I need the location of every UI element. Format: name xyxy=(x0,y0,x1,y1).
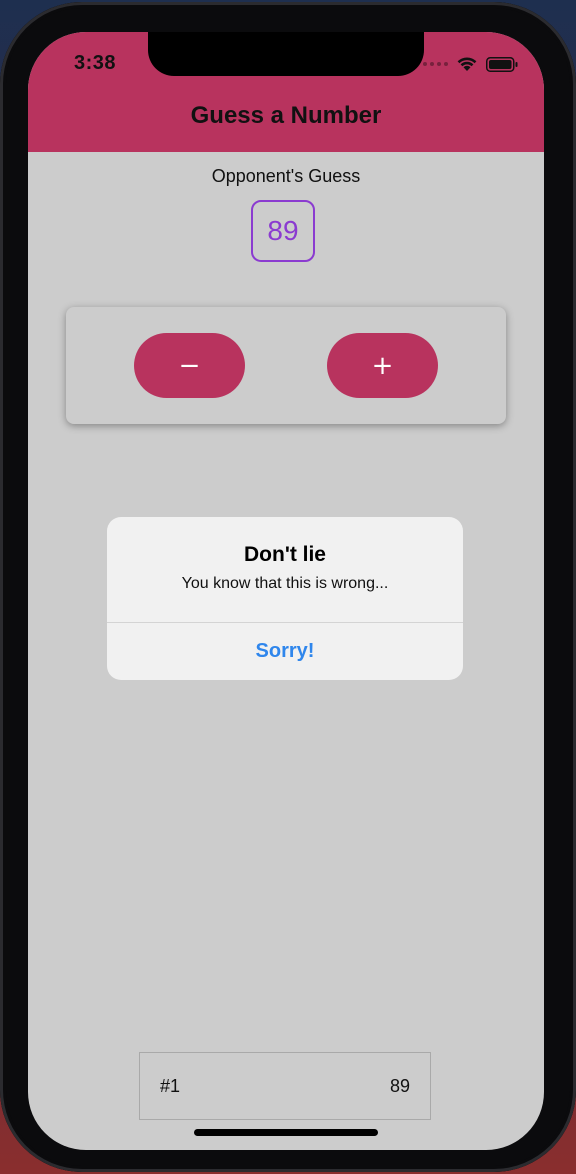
device-notch xyxy=(148,32,424,76)
app-header: 3:38 Guess a Number xyxy=(28,32,544,152)
status-icons xyxy=(423,56,518,72)
cellular-signal-icon xyxy=(423,62,448,66)
header-title: Guess a Number xyxy=(190,102,382,129)
battery-icon xyxy=(486,56,518,72)
sorry-button[interactable]: Sorry! xyxy=(107,623,463,680)
lower-button[interactable]: − xyxy=(134,333,245,398)
alert-message: You know that this is wrong... xyxy=(181,575,389,592)
home-indicator[interactable] xyxy=(194,1129,378,1136)
opponent-guess-value: 89 xyxy=(251,200,315,262)
log-value: 89 xyxy=(389,1075,410,1096)
controls-card: − + xyxy=(66,307,506,424)
opponent-guess-label: Opponent's Guess xyxy=(211,166,361,186)
plus-icon: + xyxy=(371,350,394,381)
status-time: 3:38 xyxy=(74,52,117,74)
guess-log-item: #1 89 xyxy=(139,1052,431,1120)
alert-title: Don't lie xyxy=(244,543,326,566)
wifi-icon xyxy=(457,57,477,71)
log-round: #1 xyxy=(160,1075,181,1096)
higher-button[interactable]: + xyxy=(327,333,438,398)
phone-frame: 3:38 Guess a Number Opponent's Guess 89 … xyxy=(0,2,576,1172)
minus-icon: − xyxy=(178,350,201,381)
alert-dialog: Don't lie You know that this is wrong...… xyxy=(107,517,463,680)
app-screen: 3:38 Guess a Number Opponent's Guess 89 … xyxy=(28,32,544,1150)
